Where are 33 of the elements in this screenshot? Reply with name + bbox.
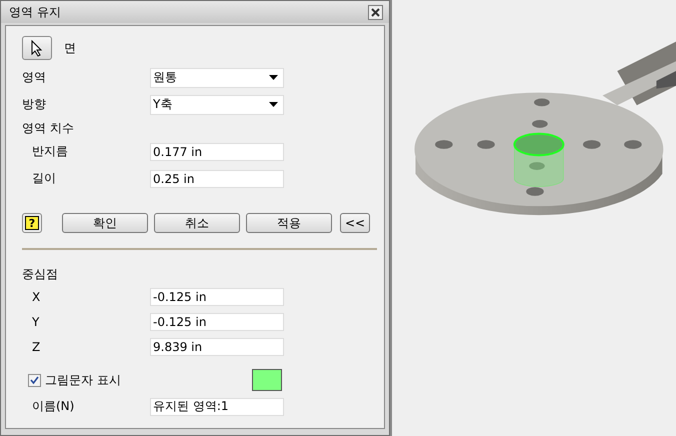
collapse-button[interactable]: << [340,213,370,233]
dialog-button[interactable]: 적용 [246,213,332,233]
checkbox[interactable] [28,374,41,386]
dropdown-field[interactable]: Y축 [150,94,284,114]
input-field[interactable]: 유지된 영역:1 [150,398,284,416]
close-icon [371,8,380,16]
field-label: 방향 [22,96,46,113]
selection-label: 면 [64,40,76,56]
field-label: 이름(N) [31,398,74,415]
select-button[interactable] [22,36,52,60]
field-label: 반지름 [31,143,68,160]
section-heading: 중심점 [22,266,58,282]
cursor-icon [31,40,43,56]
dropdown-field[interactable]: 원통 [150,68,284,88]
coordinate-label: Y [31,314,40,328]
coordinate-label: Z [31,340,40,354]
input-field[interactable]: 0.177 in [150,142,284,160]
checkbox-label: 그림문자 표시 [45,372,121,388]
input-field[interactable]: -0.125 in [150,312,284,330]
section-heading: 영역 치수 [22,120,74,136]
dialog-button[interactable]: 취소 [154,213,240,233]
dropdown-arrow-icon [269,102,278,107]
input-field[interactable]: -0.125 in [150,288,284,306]
color-swatch[interactable] [252,369,282,391]
close-button[interactable] [368,4,383,20]
dialog-button[interactable]: 확인 [62,213,148,233]
input-field[interactable]: 0.25 in [150,170,284,188]
dropdown-arrow-icon [269,75,278,80]
input-field[interactable]: 9.839 in [150,338,284,356]
field-label: 길이 [31,170,56,187]
field-label: 영역 [22,69,46,86]
window-title: 영역 유지 [9,4,61,20]
coordinate-label: X [31,290,40,304]
